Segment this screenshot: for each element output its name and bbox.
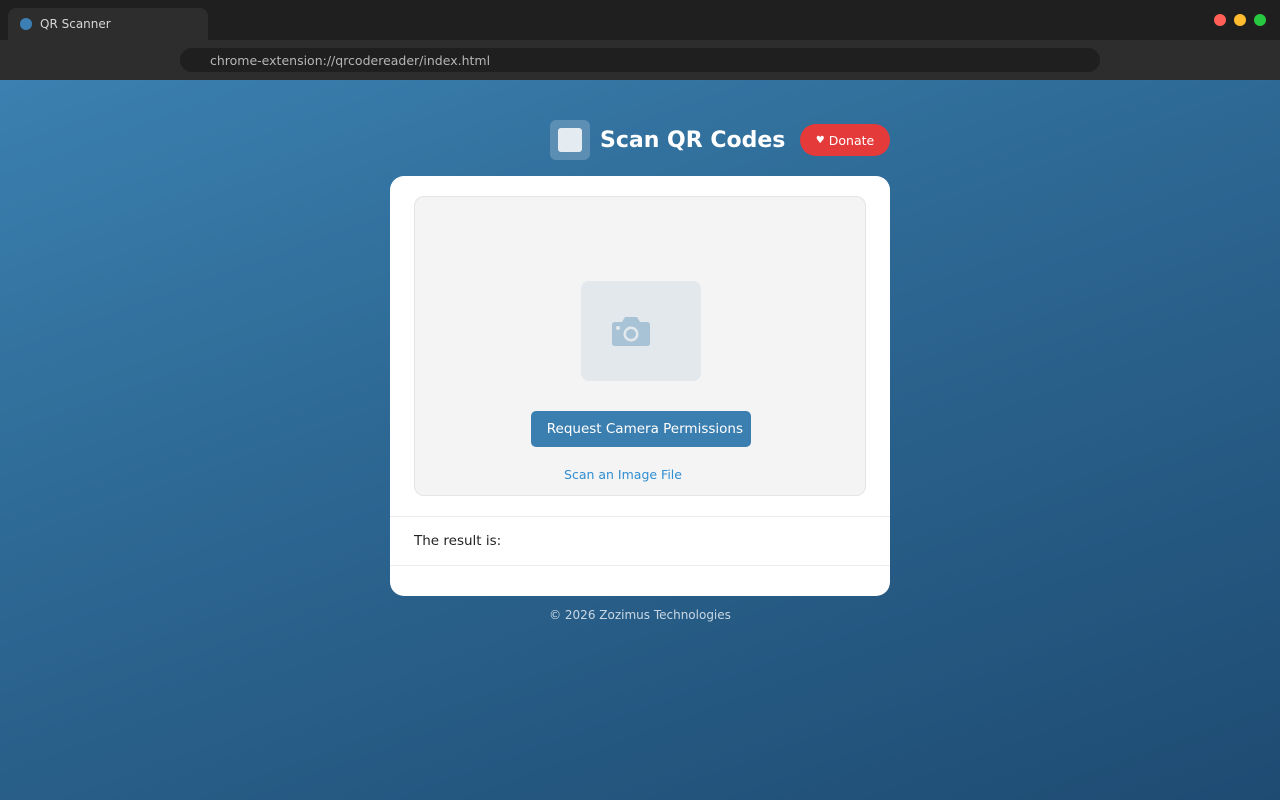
- app-logo: [550, 120, 590, 160]
- page-viewport: Scan QR Codes ♥ Donate Request Camera Pe…: [0, 80, 1280, 800]
- window-controls: [1214, 14, 1266, 26]
- result-label: The result is:: [414, 533, 502, 549]
- address-bar[interactable]: chrome-extension://qrcodereader/index.ht…: [180, 48, 1100, 72]
- logo-icon: [558, 128, 582, 152]
- tab-favicon-icon: [20, 18, 32, 30]
- scanner-card: Request Camera Permissions Scan an Image…: [390, 176, 890, 596]
- browser-toolbar: chrome-extension://qrcodereader/index.ht…: [0, 40, 1280, 80]
- browser-titlebar: QR Scanner: [0, 0, 1280, 40]
- donate-label: Donate: [828, 132, 875, 148]
- result-section: The result is:: [390, 516, 890, 566]
- page-header: Scan QR Codes: [550, 120, 785, 160]
- maximize-window-button[interactable]: [1254, 14, 1266, 26]
- minimize-window-button[interactable]: [1234, 14, 1246, 26]
- tab-title: QR Scanner: [40, 17, 111, 31]
- page-title: Scan QR Codes: [600, 127, 786, 153]
- camera-placeholder: [581, 281, 701, 381]
- scan-image-file-link[interactable]: Scan an Image File: [415, 467, 831, 482]
- heart-icon: ♥: [815, 134, 825, 146]
- scan-area: Request Camera Permissions Scan an Image…: [414, 196, 866, 496]
- url-text: chrome-extension://qrcodereader/index.ht…: [210, 52, 491, 68]
- browser-tab[interactable]: QR Scanner: [8, 8, 208, 40]
- footer-copyright: © 2026 Zozimus Technologies: [549, 608, 731, 622]
- request-camera-permissions-button[interactable]: Request Camera Permissions: [531, 411, 751, 447]
- donate-button[interactable]: ♥ Donate: [800, 124, 890, 156]
- close-window-button[interactable]: [1214, 14, 1226, 26]
- camera-icon: [612, 317, 650, 346]
